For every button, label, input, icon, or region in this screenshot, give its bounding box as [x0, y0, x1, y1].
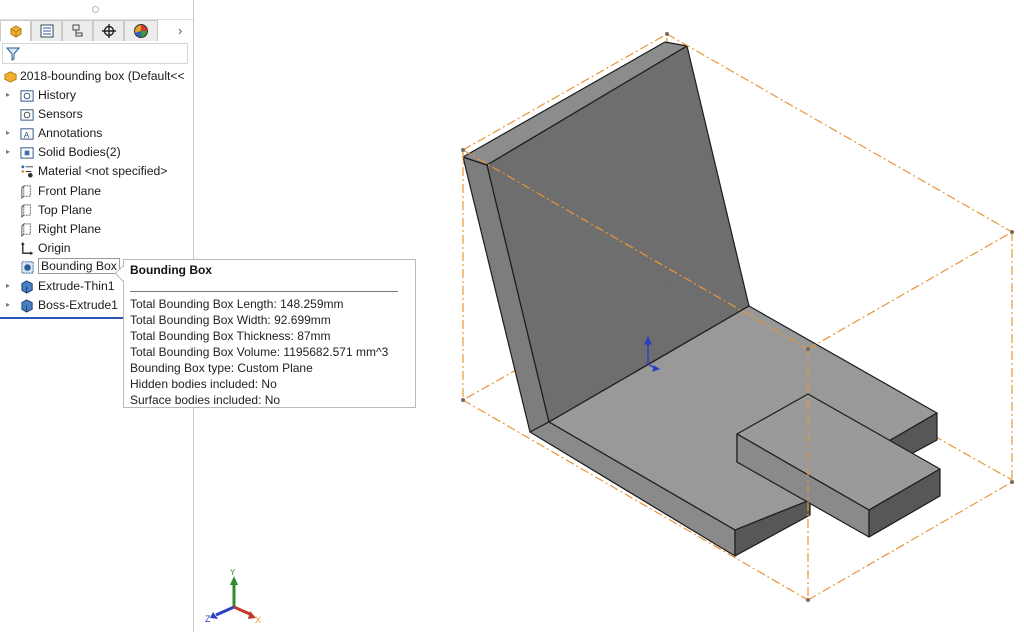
svg-text:A: A	[24, 130, 30, 140]
tree-item-material-not-specified[interactable]: Material <not specified>	[0, 162, 193, 181]
tree-item-label: Material <not specified>	[38, 164, 168, 179]
tree-item-label: Top Plane	[38, 202, 93, 217]
tree-item-label: Bounding Box	[38, 257, 120, 274]
tree-item-solid-bodies-2[interactable]: ▸ Solid Bodies(2)	[0, 143, 193, 162]
triad-y-arrow	[230, 576, 238, 585]
appearance-ball-icon	[134, 24, 148, 38]
tree-item-label: Solid Bodies(2)	[38, 145, 121, 160]
bbox-vertex[interactable]	[665, 283, 669, 287]
tree-item-origin[interactable]: Origin	[0, 239, 193, 258]
sensors-folder-icon	[20, 109, 34, 121]
expand-arrow-icon[interactable]: ▸	[6, 90, 10, 99]
plane-icon	[21, 184, 31, 199]
bbox-vertex[interactable]	[1010, 230, 1014, 234]
featuremanager-tab[interactable]	[0, 20, 31, 41]
extrude-icon	[21, 280, 33, 294]
tree-root-label: 2018-bounding box (Default<<	[20, 69, 185, 83]
expand-arrow-icon[interactable]: ▸	[6, 128, 10, 137]
plane-icon	[21, 204, 31, 218]
rollback-bar[interactable]	[0, 317, 125, 319]
tree-item-label: Sensors	[38, 107, 83, 122]
tree-root-part[interactable]: 2018-bounding box (Default<<	[0, 67, 193, 86]
triad-z-label: Z	[205, 614, 211, 624]
plane-icon	[21, 223, 31, 237]
grip-dot	[92, 6, 99, 13]
material-icon	[21, 165, 34, 178]
bbox-vertex[interactable]	[1010, 480, 1014, 484]
tree-item-front-plane[interactable]: Front Plane	[0, 182, 193, 201]
tree-item-label: Origin	[38, 240, 71, 255]
tree-item-top-plane[interactable]: Top Plane	[0, 201, 193, 220]
tree-item-right-plane[interactable]: Right Plane	[0, 220, 193, 239]
annotations-folder-icon: A	[20, 128, 34, 140]
bbox-vertex[interactable]	[461, 398, 465, 402]
bounding-box-icon	[21, 261, 34, 274]
expand-arrow-icon[interactable]: ▸	[6, 147, 10, 156]
dimxpertmanager-tab[interactable]	[93, 20, 124, 41]
bbox-vertex[interactable]	[806, 347, 810, 351]
expand-arrow-icon[interactable]: ▸	[6, 300, 10, 309]
part-icon	[4, 71, 17, 83]
tree-item-annotations[interactable]: ▸ A Annotations	[0, 124, 193, 143]
triad-z-axis	[215, 605, 235, 617]
crosshair-icon	[101, 24, 116, 38]
filter-icon	[6, 47, 20, 61]
panel-grip[interactable]	[0, 0, 193, 20]
tree-item-label: Right Plane	[38, 221, 102, 236]
triad-y-label: Y	[230, 568, 236, 577]
view-triad[interactable]: Y Z X	[200, 565, 270, 630]
solid-bodies-folder-icon	[20, 147, 34, 159]
tree-item-label: Boss-Extrude1	[38, 298, 118, 313]
tree-item-label: Extrude-Thin1	[38, 279, 115, 293]
triad-x-label: X	[255, 615, 261, 625]
property-list-icon	[40, 24, 53, 38]
tree-item-sensors[interactable]: Sensors	[0, 105, 193, 124]
history-folder-icon	[20, 90, 34, 102]
tree-item-label: Annotations	[38, 126, 103, 141]
l-bracket-model[interactable]	[462, 41, 941, 557]
graphics-area[interactable]	[194, 0, 1024, 632]
bbox-vertex[interactable]	[806, 598, 810, 602]
displaymanager-tab[interactable]	[124, 20, 158, 41]
manager-tabs: ›	[0, 20, 193, 42]
expand-arrow-icon[interactable]: ▸	[6, 281, 10, 290]
more-tabs-chevron-icon[interactable]: ›	[178, 23, 182, 38]
tree-item-label: Front Plane	[38, 183, 102, 198]
origin-icon	[20, 241, 34, 255]
tree-item-label: History	[38, 88, 76, 102]
filter-field[interactable]	[2, 43, 188, 64]
part-icon	[10, 25, 21, 38]
configurationmanager-tab[interactable]	[62, 20, 93, 41]
bbox-vertex[interactable]	[665, 32, 669, 36]
configuration-icon	[72, 24, 82, 37]
tree-item-history[interactable]: ▸ History	[0, 86, 193, 105]
bbox-edge	[807, 231, 1013, 350]
bbox-vertex[interactable]	[461, 148, 465, 152]
propertymanager-tab[interactable]	[31, 20, 62, 41]
model-view[interactable]	[194, 0, 1024, 632]
extrude-icon	[21, 299, 33, 313]
